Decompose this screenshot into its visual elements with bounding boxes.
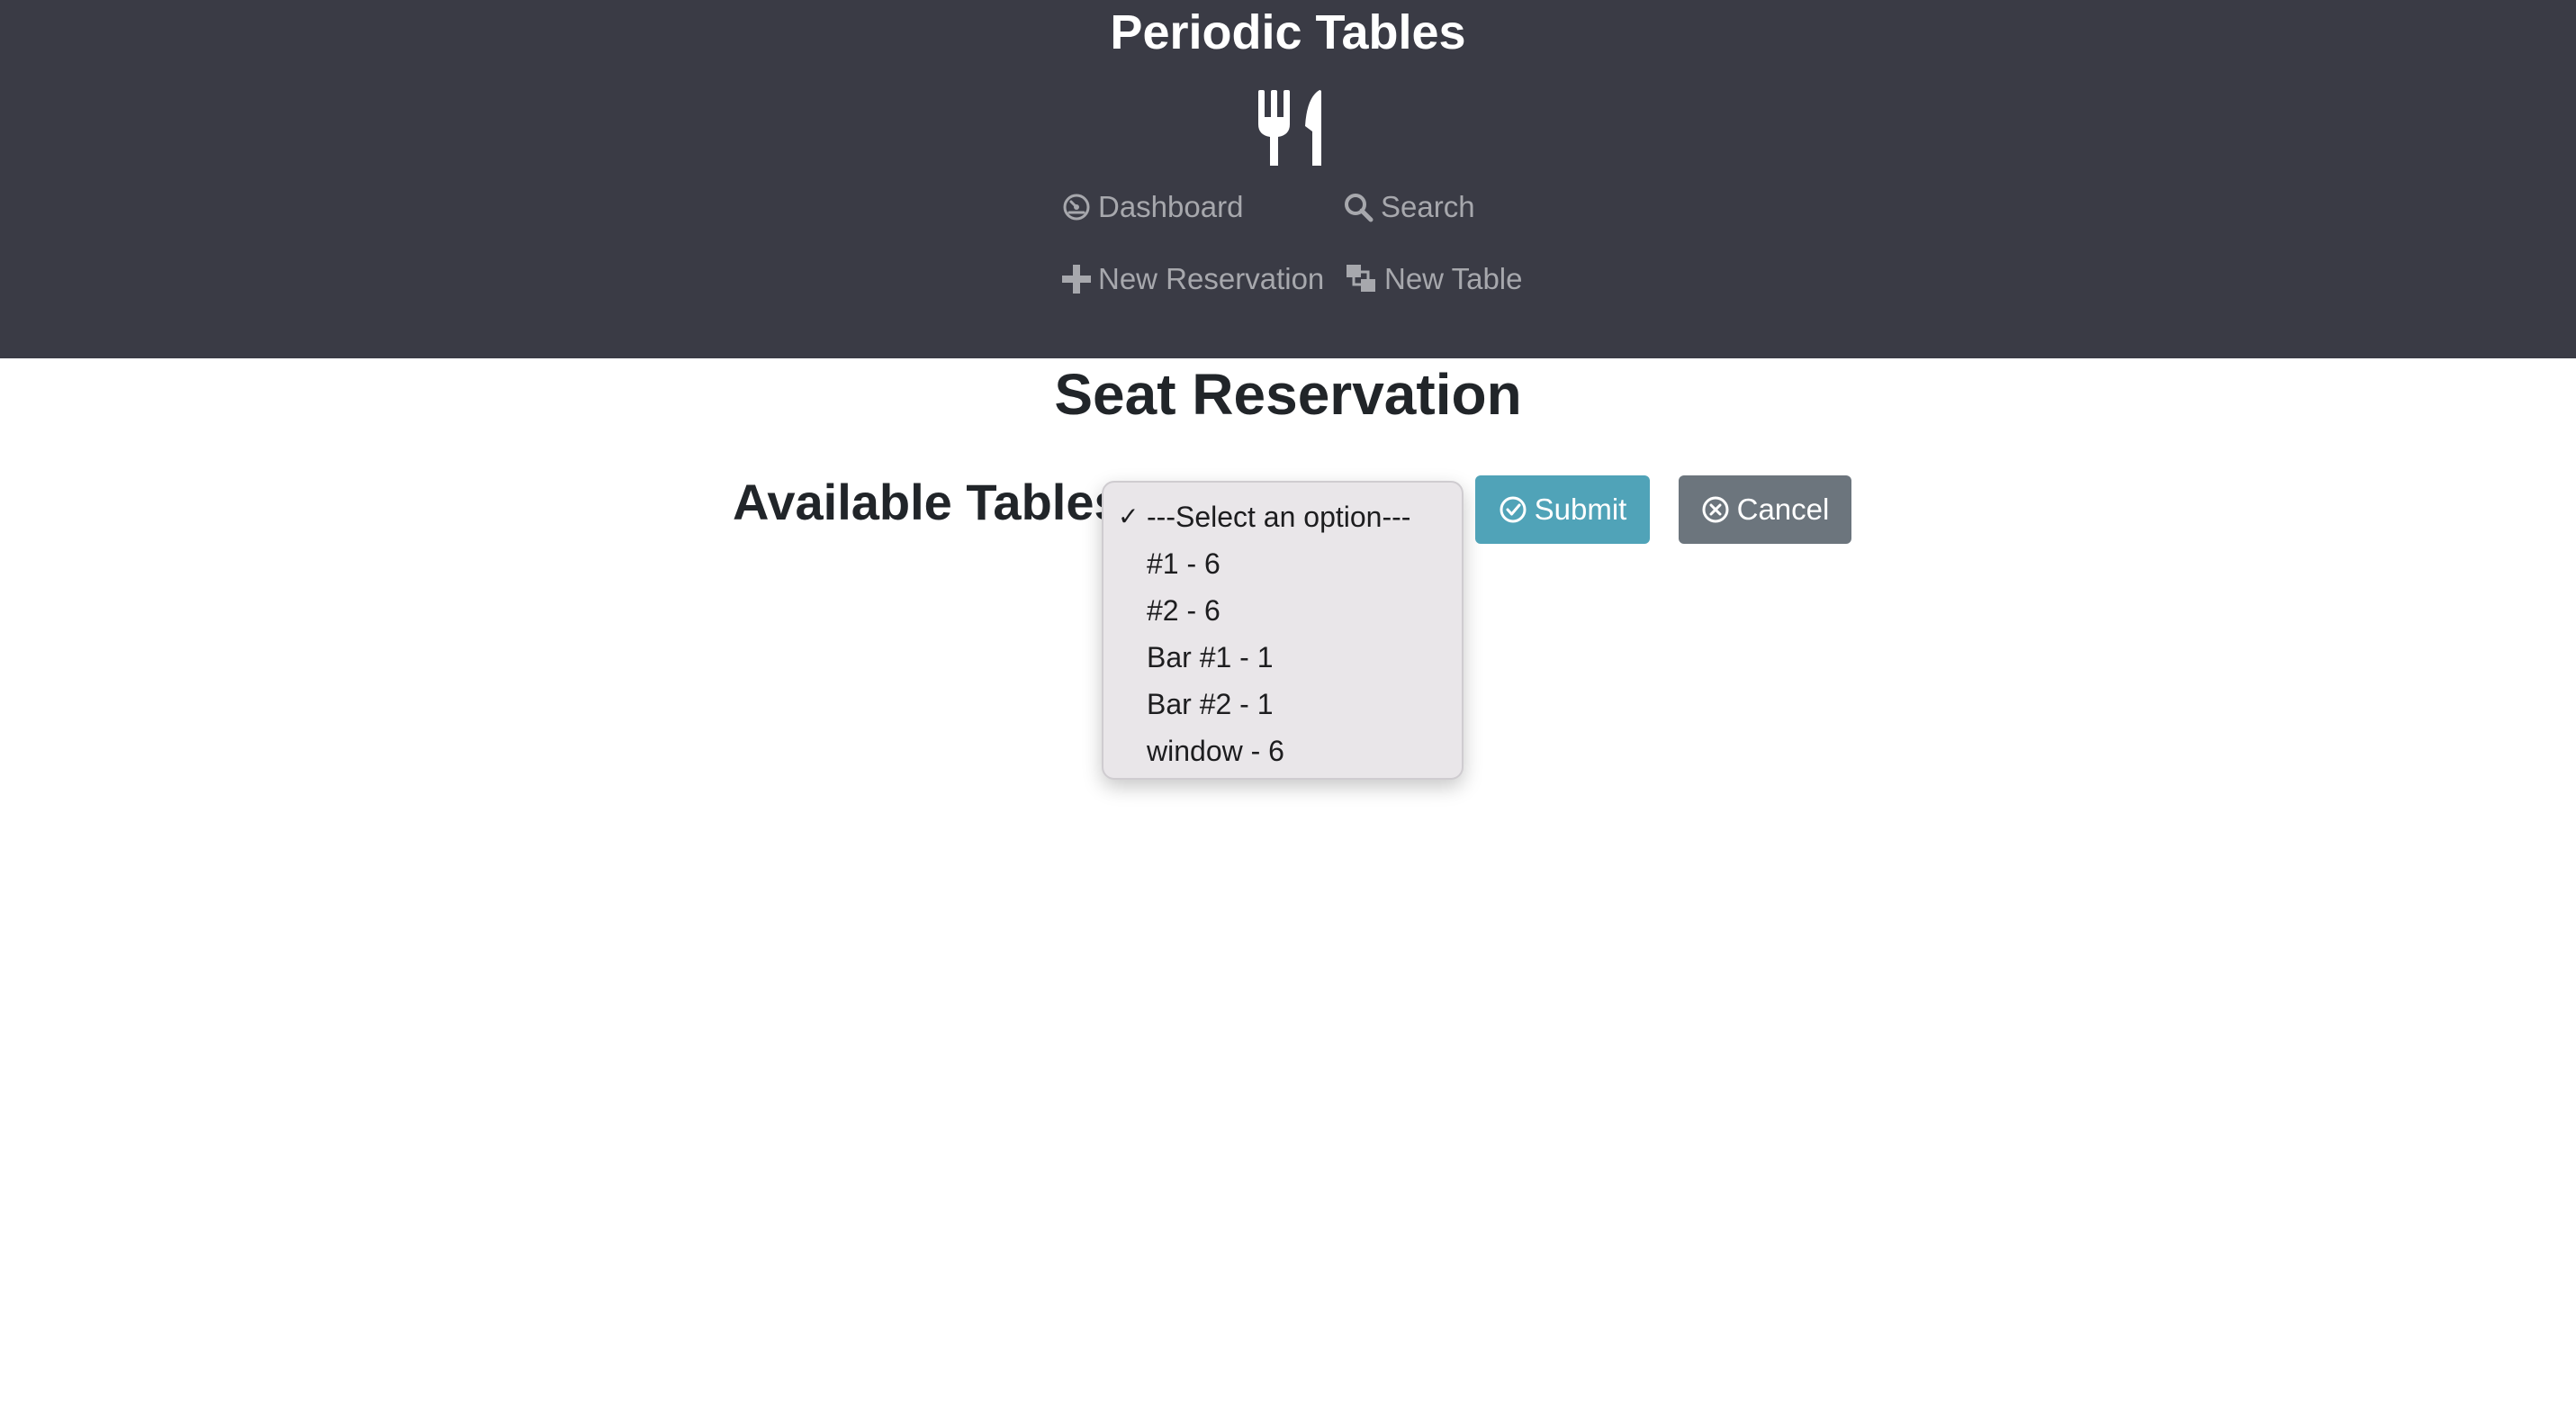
available-tables-label: Available Tables: xyxy=(733,474,1139,530)
x-circle-icon xyxy=(1702,496,1729,523)
table-option[interactable]: Bar #1 - 1 xyxy=(1103,634,1462,681)
checkmark-icon: ✓ xyxy=(1118,502,1139,530)
nav-new-table-link[interactable]: New Table xyxy=(1347,261,1522,297)
table-select-dropdown[interactable]: ✓ ---Select an option--- #1 - 6 #2 - 6 B… xyxy=(1102,481,1464,780)
plus-icon xyxy=(1062,265,1091,294)
nav-search-label: Search xyxy=(1381,190,1475,223)
search-icon xyxy=(1345,194,1374,222)
table-option-placeholder[interactable]: ✓ ---Select an option--- xyxy=(1103,493,1462,540)
nav-dashboard-label: Dashboard xyxy=(1098,190,1244,223)
table-option[interactable]: #2 - 6 xyxy=(1103,587,1462,634)
app-title: Periodic Tables xyxy=(1110,5,1466,59)
utensils-icon xyxy=(1258,90,1321,166)
nav-new-reservation-link[interactable]: New Reservation xyxy=(1062,261,1324,297)
dashboard-gauge-icon xyxy=(1063,194,1090,221)
nav-search-link[interactable]: Search xyxy=(1343,189,1475,225)
cancel-label: Cancel xyxy=(1736,493,1830,526)
submit-label: Submit xyxy=(1534,493,1627,526)
layers-icon xyxy=(1347,265,1375,292)
nav-dashboard-link[interactable]: Dashboard xyxy=(1062,189,1243,225)
table-option[interactable]: window - 6 xyxy=(1103,728,1462,774)
top-header: Periodic Tables Dashboard Search New Res… xyxy=(0,0,2576,358)
nav-new-reservation-label: New Reservation xyxy=(1098,262,1325,295)
table-option[interactable]: Bar #2 - 1 xyxy=(1103,681,1462,728)
cancel-button[interactable]: Cancel xyxy=(1679,475,1851,544)
submit-button[interactable]: Submit xyxy=(1475,475,1650,544)
page-title: Seat Reservation xyxy=(1054,362,1522,427)
nav-new-table-label: New Table xyxy=(1384,262,1523,295)
check-circle-icon xyxy=(1500,496,1527,523)
table-option[interactable]: #1 - 6 xyxy=(1103,540,1462,587)
